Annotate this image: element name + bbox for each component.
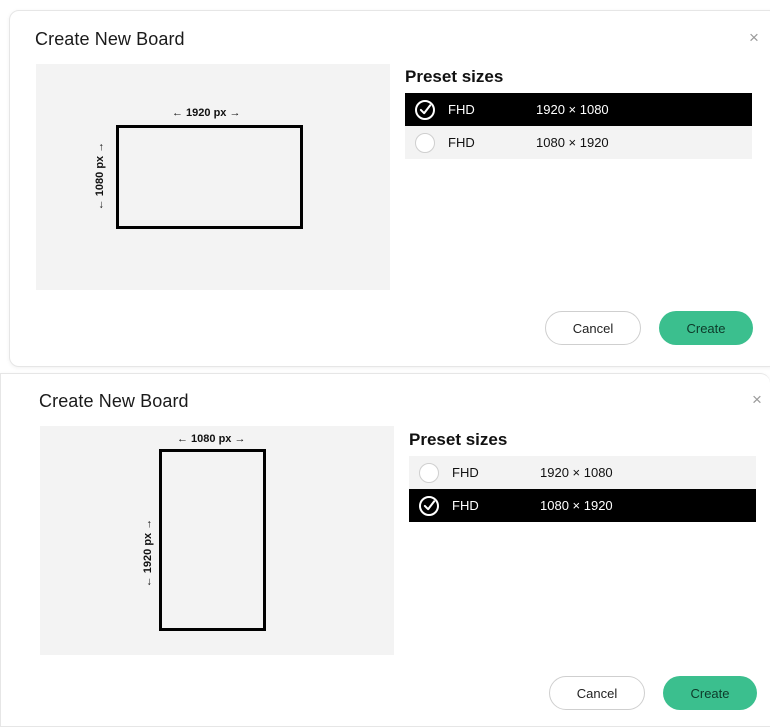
preset-name: FHD bbox=[452, 465, 479, 480]
preset-dimensions: 1080 × 1920 bbox=[540, 498, 613, 513]
preset-dimensions: 1080 × 1920 bbox=[536, 135, 609, 150]
board-outline bbox=[159, 449, 266, 631]
preset-name: FHD bbox=[448, 135, 475, 150]
height-dimension-label: ← 1080 px → bbox=[94, 141, 106, 211]
create-board-dialog: Create New Board × ← 1920 px → ← 1080 px… bbox=[9, 10, 770, 367]
radio-checked-icon[interactable] bbox=[419, 495, 439, 516]
radio-unchecked-icon[interactable] bbox=[419, 462, 439, 483]
preset-sizes-heading: Preset sizes bbox=[405, 67, 504, 86]
create-board-dialog: Create New Board × ← 1080 px → ← 1920 px… bbox=[0, 373, 770, 727]
board-preview: ← 1920 px → ← 1080 px → bbox=[36, 64, 390, 290]
preset-option-fhd-landscape[interactable]: FHD 1920 × 1080 bbox=[405, 93, 752, 126]
cancel-button[interactable]: Cancel bbox=[549, 676, 645, 710]
close-icon[interactable]: × bbox=[752, 391, 762, 408]
preset-name: FHD bbox=[448, 102, 475, 117]
preset-dimensions: 1920 × 1080 bbox=[536, 102, 609, 117]
dialog-title: Create New Board bbox=[39, 391, 189, 411]
cancel-button[interactable]: Cancel bbox=[545, 311, 641, 345]
preset-list: FHD 1920 × 1080 FHD 1080 × 1920 bbox=[405, 93, 752, 159]
create-button[interactable]: Create bbox=[659, 311, 753, 345]
preset-dimensions: 1920 × 1080 bbox=[540, 465, 613, 480]
height-dimension-label: ← 1920 px → bbox=[142, 518, 154, 588]
close-icon[interactable]: × bbox=[749, 29, 759, 46]
preset-option-fhd-portrait[interactable]: FHD 1080 × 1920 bbox=[405, 126, 752, 159]
board-outline bbox=[116, 125, 303, 229]
preset-list: FHD 1920 × 1080 FHD 1080 × 1920 bbox=[409, 456, 756, 522]
preset-option-fhd-portrait[interactable]: FHD 1080 × 1920 bbox=[409, 489, 756, 522]
preset-sizes-heading: Preset sizes bbox=[409, 430, 508, 449]
width-dimension-label: ← 1080 px → bbox=[177, 433, 246, 445]
preset-option-fhd-landscape[interactable]: FHD 1920 × 1080 bbox=[409, 456, 756, 489]
board-preview: ← 1080 px → ← 1920 px → bbox=[40, 426, 394, 655]
radio-checked-icon[interactable] bbox=[415, 99, 435, 120]
dialog-title: Create New Board bbox=[35, 29, 185, 49]
create-button[interactable]: Create bbox=[663, 676, 757, 710]
radio-unchecked-icon[interactable] bbox=[415, 132, 435, 153]
preset-name: FHD bbox=[452, 498, 479, 513]
width-dimension-label: ← 1920 px → bbox=[172, 107, 241, 119]
